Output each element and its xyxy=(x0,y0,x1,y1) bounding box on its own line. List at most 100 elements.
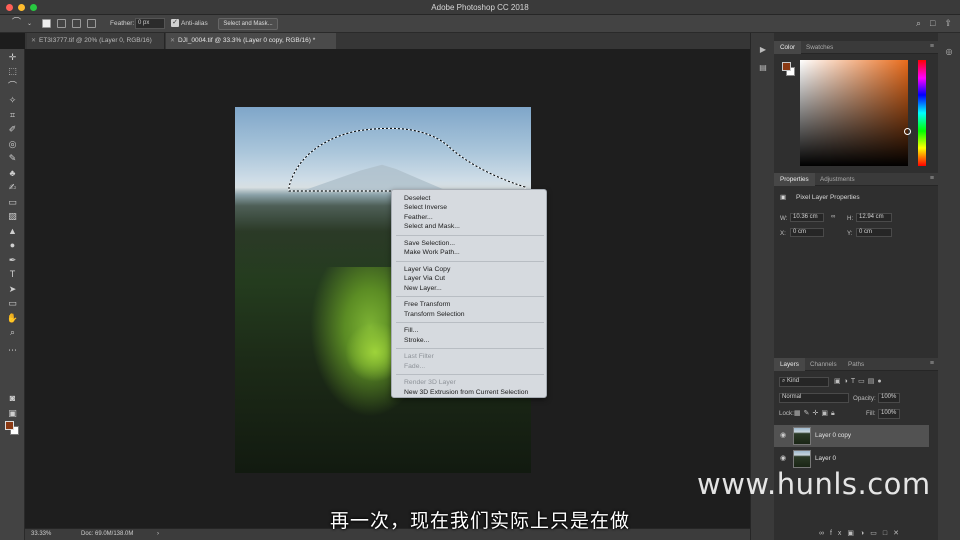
zoom-tool-icon[interactable]: ⌕ xyxy=(6,326,19,338)
menu-item-transform-selection[interactable]: Transform Selection xyxy=(404,310,465,319)
panel-menu-icon[interactable]: ≡ xyxy=(930,175,934,182)
magic-wand-tool-icon[interactable]: ✧ xyxy=(6,94,19,106)
tab-channels[interactable]: Channels xyxy=(804,358,843,371)
lasso-tool-preset-icon[interactable]: ⌒ xyxy=(12,17,21,27)
layer-filter-select[interactable]: ⌕ Kind xyxy=(779,377,829,387)
gradient-tool-icon[interactable]: ▨ xyxy=(6,210,19,222)
healing-brush-tool-icon[interactable]: ◎ xyxy=(6,138,19,150)
opacity-field[interactable]: 100% xyxy=(878,393,900,403)
x-field[interactable]: 0 cm xyxy=(790,228,824,237)
menu-item-select-and-mask[interactable]: Select and Mask... xyxy=(404,222,460,231)
tab-swatches[interactable]: Swatches xyxy=(800,41,839,54)
layer-name: Layer 0 copy xyxy=(815,432,852,439)
panel-menu-icon[interactable]: ≡ xyxy=(930,360,934,367)
link-icon[interactable]: ∞ xyxy=(831,213,835,220)
hand-tool-icon[interactable]: ✋ xyxy=(6,312,19,324)
clone-stamp-tool-icon[interactable]: ♣ xyxy=(6,167,19,179)
quick-mask-icon[interactable]: ◙ xyxy=(6,392,19,404)
menu-item-select-inverse[interactable]: Select Inverse xyxy=(404,203,447,212)
lasso-tool-icon[interactable]: ⌒ xyxy=(6,80,19,92)
tab-properties[interactable]: Properties xyxy=(774,173,815,186)
foreground-color-swatch[interactable] xyxy=(5,421,14,430)
chevron-down-icon[interactable]: ⌄ xyxy=(27,19,32,29)
options-bar: ⌒ ⌄ Feather: 0 px ✓ Anti-alias Select an… xyxy=(0,15,960,33)
tool-presets-panel-icon[interactable]: ▤ xyxy=(758,63,768,73)
learn-panel-icon[interactable]: ◎ xyxy=(944,47,954,57)
eyedropper-tool-icon[interactable]: ✐ xyxy=(6,123,19,135)
close-icon[interactable]: ✕ xyxy=(170,33,175,49)
menu-separator xyxy=(396,235,544,236)
history-brush-tool-icon[interactable]: ✍ xyxy=(6,181,19,193)
color-picker-field[interactable] xyxy=(800,60,911,166)
menu-item-free-transform[interactable]: Free Transform xyxy=(404,300,450,309)
menu-item-stroke[interactable]: Stroke... xyxy=(404,336,429,345)
eye-icon[interactable]: ◉ xyxy=(780,431,786,439)
menu-item-make-work-path[interactable]: Make Work Path... xyxy=(404,248,460,257)
width-field[interactable]: 10.36 cm xyxy=(790,213,824,222)
dodge-tool-icon[interactable]: ● xyxy=(6,239,19,251)
eye-icon[interactable]: ◉ xyxy=(780,454,786,462)
eraser-tool-icon[interactable]: ▭ xyxy=(6,196,19,208)
menu-item-new-layer[interactable]: New Layer... xyxy=(404,284,442,293)
opacity-label: Opacity: xyxy=(853,395,876,402)
select-and-mask-button[interactable]: Select and Mask... xyxy=(218,18,278,30)
tab-document-2[interactable]: ✕ DJI_0004.tif @ 33.3% (Layer 0 copy, RG… xyxy=(166,33,336,49)
lock-icons[interactable]: ▦✎✛▣🔒︎ xyxy=(794,409,838,418)
brush-tool-icon[interactable]: ✎ xyxy=(6,152,19,164)
add-to-selection-icon[interactable] xyxy=(57,19,66,28)
new-selection-icon[interactable] xyxy=(42,19,51,28)
feather-input[interactable]: 0 px xyxy=(135,18,165,29)
share-icon[interactable]: ⇪ xyxy=(944,18,952,29)
history-panel-icon[interactable]: ▶ xyxy=(758,45,768,55)
layer-filter-label: Kind xyxy=(787,378,800,384)
marching-ants-selection xyxy=(288,127,526,192)
subtract-from-selection-icon[interactable] xyxy=(72,19,81,28)
pixel-layer-icon: ▣ xyxy=(780,194,787,201)
menu-item-save-selection[interactable]: Save Selection... xyxy=(404,239,455,248)
fill-field[interactable]: 100% xyxy=(878,409,900,419)
tab-document-1[interactable]: ✕ ET3I3777.tif @ 20% (Layer 0, RGB/16) xyxy=(27,33,165,49)
panel-menu-icon[interactable]: ≡ xyxy=(930,43,934,50)
color-foreground-swatch[interactable] xyxy=(782,62,791,71)
menu-item-new-3d-extrusion[interactable]: New 3D Extrusion from Current Selection xyxy=(404,388,528,397)
layer-filter-icons[interactable]: ▣◑T▭▤● xyxy=(834,377,885,385)
rectangle-tool-icon[interactable]: ▭ xyxy=(6,297,19,309)
blur-tool-icon[interactable]: ▲ xyxy=(6,225,19,237)
menu-item-feather[interactable]: Feather... xyxy=(404,213,433,222)
tab-color[interactable]: Color xyxy=(774,41,802,54)
menu-item-deselect[interactable]: Deselect xyxy=(404,194,430,203)
layer-thumbnail xyxy=(793,450,811,468)
workspace-icon[interactable]: □ xyxy=(930,18,935,29)
blend-mode-select[interactable]: Normal xyxy=(779,393,849,403)
properties-title: Pixel Layer Properties xyxy=(796,194,860,201)
tab-adjustments[interactable]: Adjustments xyxy=(814,173,861,186)
menu-item-layer-via-copy[interactable]: Layer Via Copy xyxy=(404,265,450,274)
path-selection-tool-icon[interactable]: ➤ xyxy=(6,283,19,295)
marquee-tool-icon[interactable]: ⬚ xyxy=(6,65,19,77)
tab-paths[interactable]: Paths xyxy=(842,358,870,371)
hue-slider[interactable] xyxy=(918,60,926,166)
menu-separator xyxy=(396,296,544,297)
color-picker-handle[interactable] xyxy=(904,128,911,135)
antialias-label: Anti-alias xyxy=(181,20,208,27)
crop-tool-icon[interactable]: ⌗ xyxy=(6,109,19,121)
menu-item-layer-via-cut[interactable]: Layer Via Cut xyxy=(404,274,445,283)
height-field[interactable]: 12.94 cm xyxy=(856,213,892,222)
menu-item-fill[interactable]: Fill... xyxy=(404,326,418,335)
search-icon[interactable]: ⌕ xyxy=(916,18,921,29)
watermark: www.hunls.com xyxy=(697,467,931,501)
canvas-area[interactable] xyxy=(25,49,750,528)
layer-thumbnail xyxy=(793,427,811,445)
type-tool-icon[interactable]: T xyxy=(6,268,19,280)
tab-layers[interactable]: Layers xyxy=(774,358,805,371)
screen-mode-icon[interactable]: ▣ xyxy=(6,407,19,419)
pen-tool-icon[interactable]: ✒ xyxy=(6,254,19,266)
move-tool-icon[interactable]: ✛ xyxy=(6,51,19,63)
antialias-checkbox[interactable]: ✓ xyxy=(171,19,179,27)
close-icon[interactable]: ✕ xyxy=(31,33,36,49)
layer-row[interactable]: ◉ Layer 0 copy xyxy=(774,425,929,447)
y-field[interactable]: 0 cm xyxy=(856,228,892,237)
properties-panel-tabs: Properties Adjustments ≡ xyxy=(774,173,938,186)
more-tools-icon[interactable]: ⋯ xyxy=(6,344,19,356)
intersect-selection-icon[interactable] xyxy=(87,19,96,28)
